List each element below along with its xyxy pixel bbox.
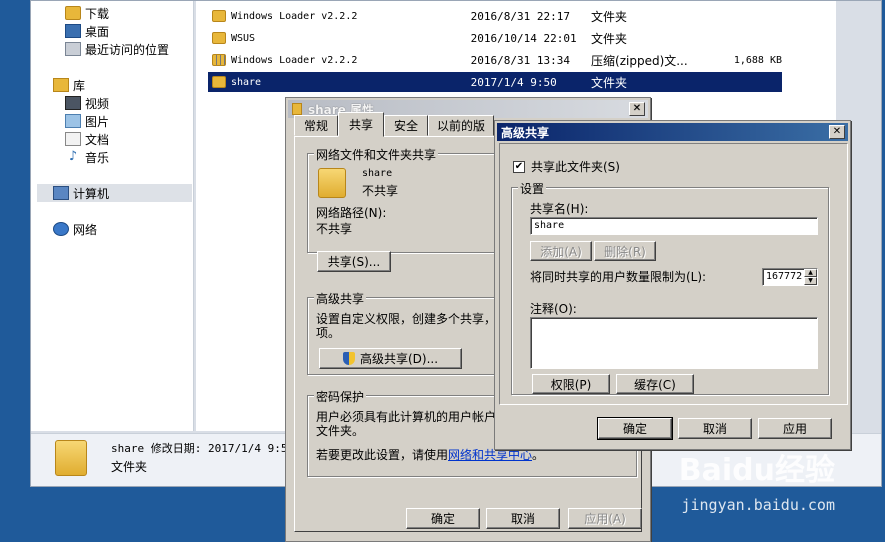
add-share-button[interactable]: 添加(A) (530, 241, 592, 261)
remove-share-button[interactable]: 删除(R) (594, 241, 656, 261)
folder-large-icon (55, 440, 87, 476)
baidu-jingyan-logo: Baidu经验 (678, 453, 835, 488)
cancel-button[interactable]: 取消 (486, 508, 560, 529)
nav-item-recent[interactable]: 最近访问的位置 (65, 40, 169, 58)
folder-icon (292, 103, 302, 115)
network-icon (53, 222, 69, 236)
zip-folder-icon (212, 54, 226, 66)
nav-item-desktop[interactable]: 桌面 (65, 22, 109, 40)
tab-security[interactable]: 安全 (384, 115, 428, 136)
tab-previous-versions[interactable]: 以前的版 (428, 115, 494, 136)
tab-sharing[interactable]: 共享 (338, 112, 384, 137)
computer-icon (53, 186, 69, 200)
details-type: 文件夹 (111, 460, 148, 474)
apply-button[interactable]: 应用 (758, 418, 832, 439)
music-icon: ♪ (68, 149, 78, 164)
share-name-input[interactable]: share (530, 217, 818, 235)
network-sharing-center-link[interactable]: 网络和共享中心 (448, 448, 532, 462)
cancel-button[interactable]: 取消 (678, 418, 752, 439)
recent-places-icon (65, 42, 81, 56)
file-row[interactable]: Windows Loader v2.2.2 2016/8/31 13:34 压缩… (208, 50, 782, 70)
close-icon[interactable]: ✕ (829, 125, 845, 139)
ok-button[interactable]: 确定 (597, 417, 673, 440)
nav-item-pictures[interactable]: 图片 (65, 112, 109, 130)
nav-item-network[interactable]: 网络 (53, 220, 97, 238)
arrow-up-icon[interactable]: ▲ (804, 269, 817, 277)
file-row[interactable]: WSUS 2016/10/14 22:01 文件夹 (208, 28, 782, 48)
share-folder-checkbox[interactable]: ✔ 共享此文件夹(S) (513, 158, 620, 175)
document-icon (65, 132, 81, 146)
shield-icon (342, 352, 355, 365)
close-icon[interactable]: ✕ (629, 102, 645, 116)
file-row[interactable]: Windows Loader v2.2.2 2016/8/31 22:17 文件… (208, 6, 782, 26)
advanced-sharing-titlebar[interactable]: 高级共享 ✕ (497, 123, 848, 141)
cache-button[interactable]: 缓存(C) (616, 374, 694, 394)
navigation-pane: 下载 桌面 最近访问的位置 库 视频 图片 文档 ♪ 音乐 计算机 网络 (31, 1, 194, 431)
folder-large-icon (318, 168, 346, 198)
advanced-sharing-button[interactable]: 高级共享(D)... (319, 348, 462, 369)
desktop-icon (65, 24, 81, 38)
file-row-selected[interactable]: share 2017/1/4 9:50 文件夹 (208, 72, 782, 92)
arrow-down-icon[interactable]: ▼ (804, 277, 817, 285)
nav-item-videos[interactable]: 视频 (65, 94, 109, 112)
video-icon (65, 96, 81, 110)
checkmark-icon: ✔ (513, 160, 525, 173)
folder-icon (212, 10, 226, 22)
settings-group: 设置 共享名(H): share 添加(A) 删除(R) 将同时共享的用户数量限… (511, 180, 829, 395)
picture-icon (65, 114, 81, 128)
nav-item-music[interactable]: ♪ 音乐 (65, 148, 109, 166)
share-button[interactable]: 共享(S)... (317, 251, 391, 272)
advanced-sharing-dialog: 高级共享 ✕ ✔ 共享此文件夹(S) 设置 共享名(H): share 添加(A… (494, 120, 851, 450)
download-folder-icon (65, 6, 81, 20)
comment-textarea[interactable] (530, 317, 818, 369)
baidu-jingyan-url: jingyan.baidu.com (681, 496, 835, 514)
permissions-button[interactable]: 权限(P) (532, 374, 610, 394)
folder-icon (212, 32, 226, 44)
details-name: share 修改日期: 2017/1/4 9:5( (111, 442, 295, 455)
nav-item-libraries[interactable]: 库 (53, 76, 85, 94)
nav-item-computer[interactable]: 计算机 (37, 184, 192, 202)
library-icon (53, 78, 69, 92)
tab-general[interactable]: 常规 (294, 115, 338, 136)
user-limit-spinner[interactable]: ▲ ▼ (804, 269, 817, 285)
apply-button[interactable]: 应用(A) (568, 508, 642, 529)
ok-button[interactable]: 确定 (406, 508, 480, 529)
nav-item-downloads[interactable]: 下载 (65, 4, 109, 22)
folder-icon (212, 76, 226, 88)
nav-item-documents[interactable]: 文档 (65, 130, 109, 148)
